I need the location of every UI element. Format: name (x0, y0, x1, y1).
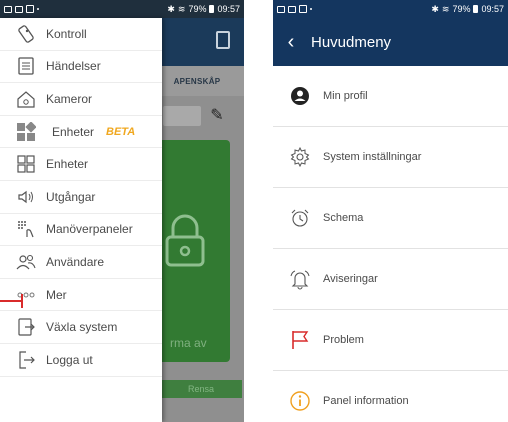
users-icon (16, 252, 36, 272)
left-phone-screen: ✱ ≋ 79% 09:57 APENSKÅP ✎ rma av Rensa Ko… (0, 0, 244, 422)
drawer-item-handelser[interactable]: Händelser (0, 51, 162, 84)
exit-icon (216, 31, 230, 49)
status-system-icons: ✱ ≋ 79% 09:57 (431, 4, 504, 15)
notification-bell-icon (289, 268, 311, 290)
background-name-field (163, 106, 201, 126)
background-panel-text: rma av (170, 336, 207, 350)
drawer-item-vaxla-system[interactable]: Växla system (0, 311, 162, 344)
drawer-item-label: Händelser (46, 59, 101, 74)
beta-badge: BETA (106, 125, 136, 138)
drawer-item-manoverpaneler[interactable]: Manöverpaneler (0, 214, 162, 247)
cloud-notification-icon (288, 5, 296, 13)
navigation-drawer: Kontroll Händelser Kameror Enheter BETA (0, 18, 162, 422)
background-tab: APENSKÅP (150, 66, 244, 96)
battery-icon (209, 5, 215, 13)
menu-item-label: Problem (323, 334, 364, 346)
status-notification-icons (277, 5, 312, 13)
battery-icon (473, 5, 479, 13)
info-icon (289, 390, 311, 412)
app-header: ‹ Huvudmeny (273, 18, 508, 66)
app-notification-icon (299, 5, 307, 13)
background-rensa-button: Rensa (160, 380, 242, 398)
remote-control-icon (16, 24, 36, 44)
app-notification-icon (26, 5, 34, 13)
drawer-item-mer[interactable]: Mer (0, 279, 162, 312)
red-pointer-marker (0, 294, 23, 308)
drawer-item-label: Logga ut (46, 352, 93, 367)
more-notifications-icon (310, 8, 312, 10)
drawer-item-utgangar[interactable]: Utgångar (0, 181, 162, 214)
devices-grid-icon (16, 154, 36, 174)
menu-item-system-installningar[interactable]: System inställningar (273, 127, 508, 188)
image-notification-icon (4, 5, 12, 13)
menu-item-panel-information[interactable]: Panel information (273, 371, 508, 422)
cloud-notification-icon (15, 5, 23, 13)
profile-icon (289, 85, 311, 107)
outputs-speaker-icon (16, 187, 36, 207)
menu-item-label: Aviseringar (323, 273, 378, 285)
menu-item-schema[interactable]: Schema (273, 188, 508, 249)
logout-icon (16, 350, 36, 370)
image-notification-icon (277, 5, 285, 13)
flag-icon (289, 329, 311, 351)
drawer-item-label: Kameror (46, 91, 93, 106)
menu-item-label: Panel information (323, 395, 409, 407)
menu-item-label: Schema (323, 212, 364, 224)
menu-item-problem[interactable]: Problem (273, 310, 508, 371)
more-notifications-icon (37, 8, 39, 10)
camera-house-icon (16, 89, 36, 109)
pencil-icon: ✎ (210, 107, 224, 124)
padlock-icon (165, 214, 205, 267)
drawer-item-label: Växla system (46, 320, 118, 335)
switch-system-icon (16, 317, 36, 337)
settings-gear-icon (289, 146, 311, 168)
drawer-item-label: Kontroll (46, 26, 87, 41)
page-title: Huvudmeny (311, 33, 392, 51)
drawer-item-label: Användare (46, 254, 105, 269)
battery-percent: 79% (188, 4, 207, 14)
status-notification-icons (4, 5, 39, 13)
clock: 09:57 (217, 4, 240, 14)
right-phone-screen: ✱ ≋ 79% 09:57 ‹ Huvudmeny Min profil Sys… (273, 0, 508, 422)
screenshot-stage: ✱ ≋ 79% 09:57 APENSKÅP ✎ rma av Rensa Ko… (0, 0, 508, 422)
drawer-item-enheter-beta[interactable]: Enheter BETA (0, 116, 162, 149)
drawer-item-anvandare[interactable]: Användare (0, 246, 162, 279)
drawer-item-label: Mer (46, 287, 67, 302)
wifi-signal-icon: ≋ (177, 3, 186, 14)
keypad-icon (16, 219, 36, 239)
alarm-clock-icon (289, 207, 311, 229)
back-chevron-icon: ‹ (287, 30, 295, 53)
bluetooth-icon: ✱ (167, 3, 175, 14)
menu-item-label: Min profil (323, 90, 368, 102)
devices-beta-icon (16, 121, 36, 142)
clock: 09:57 (481, 4, 504, 14)
wifi-signal-icon: ≋ (441, 3, 450, 14)
drawer-item-kontroll[interactable]: Kontroll (0, 18, 162, 51)
menu-item-label: System inställningar (323, 151, 422, 163)
status-bar: ✱ ≋ 79% 09:57 (273, 0, 508, 18)
drawer-item-enheter[interactable]: Enheter (0, 148, 162, 181)
drawer-item-label: Enheter (52, 124, 95, 139)
status-system-icons: ✱ ≋ 79% 09:57 (167, 4, 240, 15)
menu-item-aviseringar[interactable]: Aviseringar (273, 249, 508, 310)
main-menu-list: Min profil System inställningar Schema A… (273, 66, 508, 422)
menu-item-min-profil[interactable]: Min profil (273, 66, 508, 127)
battery-percent: 79% (452, 4, 471, 14)
drawer-item-label: Enheter (46, 157, 89, 172)
status-bar: ✱ ≋ 79% 09:57 (0, 0, 244, 18)
drawer-item-kameror[interactable]: Kameror (0, 83, 162, 116)
drawer-item-logga-ut[interactable]: Logga ut (0, 344, 162, 377)
drawer-empty-row (0, 377, 162, 415)
back-button[interactable]: ‹ (273, 18, 309, 66)
bluetooth-icon: ✱ (431, 3, 439, 14)
event-list-icon (16, 56, 36, 76)
drawer-item-label: Manöverpaneler (46, 222, 133, 237)
drawer-item-label: Utgångar (46, 189, 96, 204)
